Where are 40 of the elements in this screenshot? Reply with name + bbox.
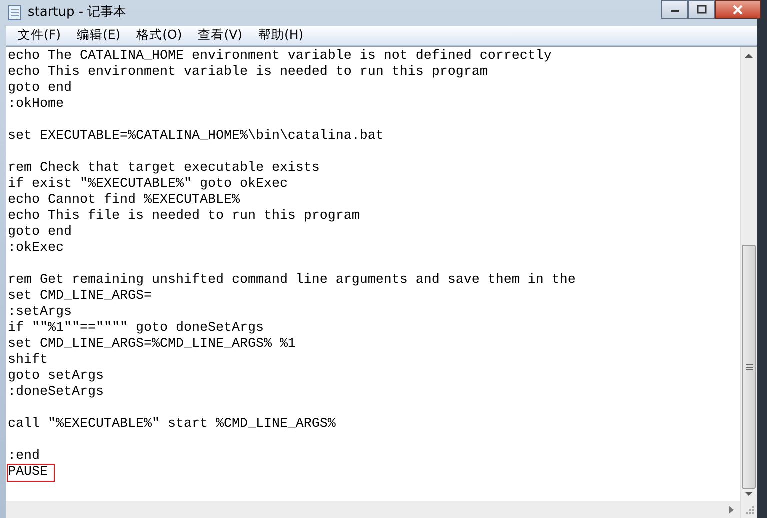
code-line: echo Cannot find %EXECUTABLE%	[8, 193, 240, 209]
scrollbar-thumb[interactable]	[742, 245, 756, 489]
code-line: :okHome	[8, 97, 64, 113]
scroll-up-arrow-icon[interactable]	[745, 53, 753, 59]
menu-item[interactable]: 编辑(E)	[68, 26, 129, 45]
menu-item[interactable]: 查看(V)	[190, 26, 251, 45]
menu-item[interactable]: 格式(O)	[128, 26, 190, 45]
maximize-icon	[696, 5, 706, 14]
code-line: shift	[8, 353, 48, 369]
code-line: goto end	[8, 225, 72, 241]
minimize-button[interactable]	[661, 0, 688, 19]
code-line: rem Get remaining unshifted command line arguments and save them in the	[8, 273, 576, 289]
code-line: :okExec	[8, 241, 64, 257]
code-line: set EXECUTABLE=%CATALINA_HOME%\bin\catalina.bat	[8, 129, 384, 145]
code-line: echo The CATALINA_HOME environment variable is not defined correctly	[8, 49, 552, 65]
close-icon	[732, 4, 744, 14]
code-line: set CMD_LINE_ARGS=%CMD_LINE_ARGS% %1	[8, 337, 296, 353]
code-line: :doneSetArgs	[8, 385, 104, 401]
close-button[interactable]	[715, 0, 761, 19]
highlighted-code-line: PAUSE	[8, 465, 54, 481]
scroll-right-arrow-icon[interactable]	[728, 506, 734, 514]
menu-item[interactable]: 文件(F)	[10, 26, 69, 45]
code-line: echo This file is needed to run this program	[8, 209, 360, 225]
code-line: echo This environment variable is needed to run this program	[8, 65, 488, 81]
window-title: startup - 记事本	[28, 4, 127, 22]
code-line: rem Check that target executable exists	[8, 161, 320, 177]
scroll-down-arrow-icon[interactable]	[745, 491, 753, 497]
maximize-button[interactable]	[688, 0, 715, 19]
code-line: :end	[8, 449, 40, 465]
notepad-icon	[8, 5, 22, 21]
code-line: goto end	[8, 81, 72, 97]
code-line: :setArgs	[8, 305, 72, 321]
code-line: if exist "%EXECUTABLE%" goto okExec	[8, 177, 288, 193]
resize-grip-icon[interactable]	[744, 505, 754, 514]
code-line: if ""%1""=="""" goto doneSetArgs	[8, 321, 264, 337]
menu-item[interactable]: 帮助(H)	[250, 26, 312, 45]
code-line: call "%EXECUTABLE%" start %CMD_LINE_ARGS%	[8, 417, 336, 433]
grip-icon	[746, 364, 752, 370]
code-line: set CMD_LINE_ARGS=	[8, 289, 152, 305]
code-line: goto setArgs	[8, 369, 104, 385]
